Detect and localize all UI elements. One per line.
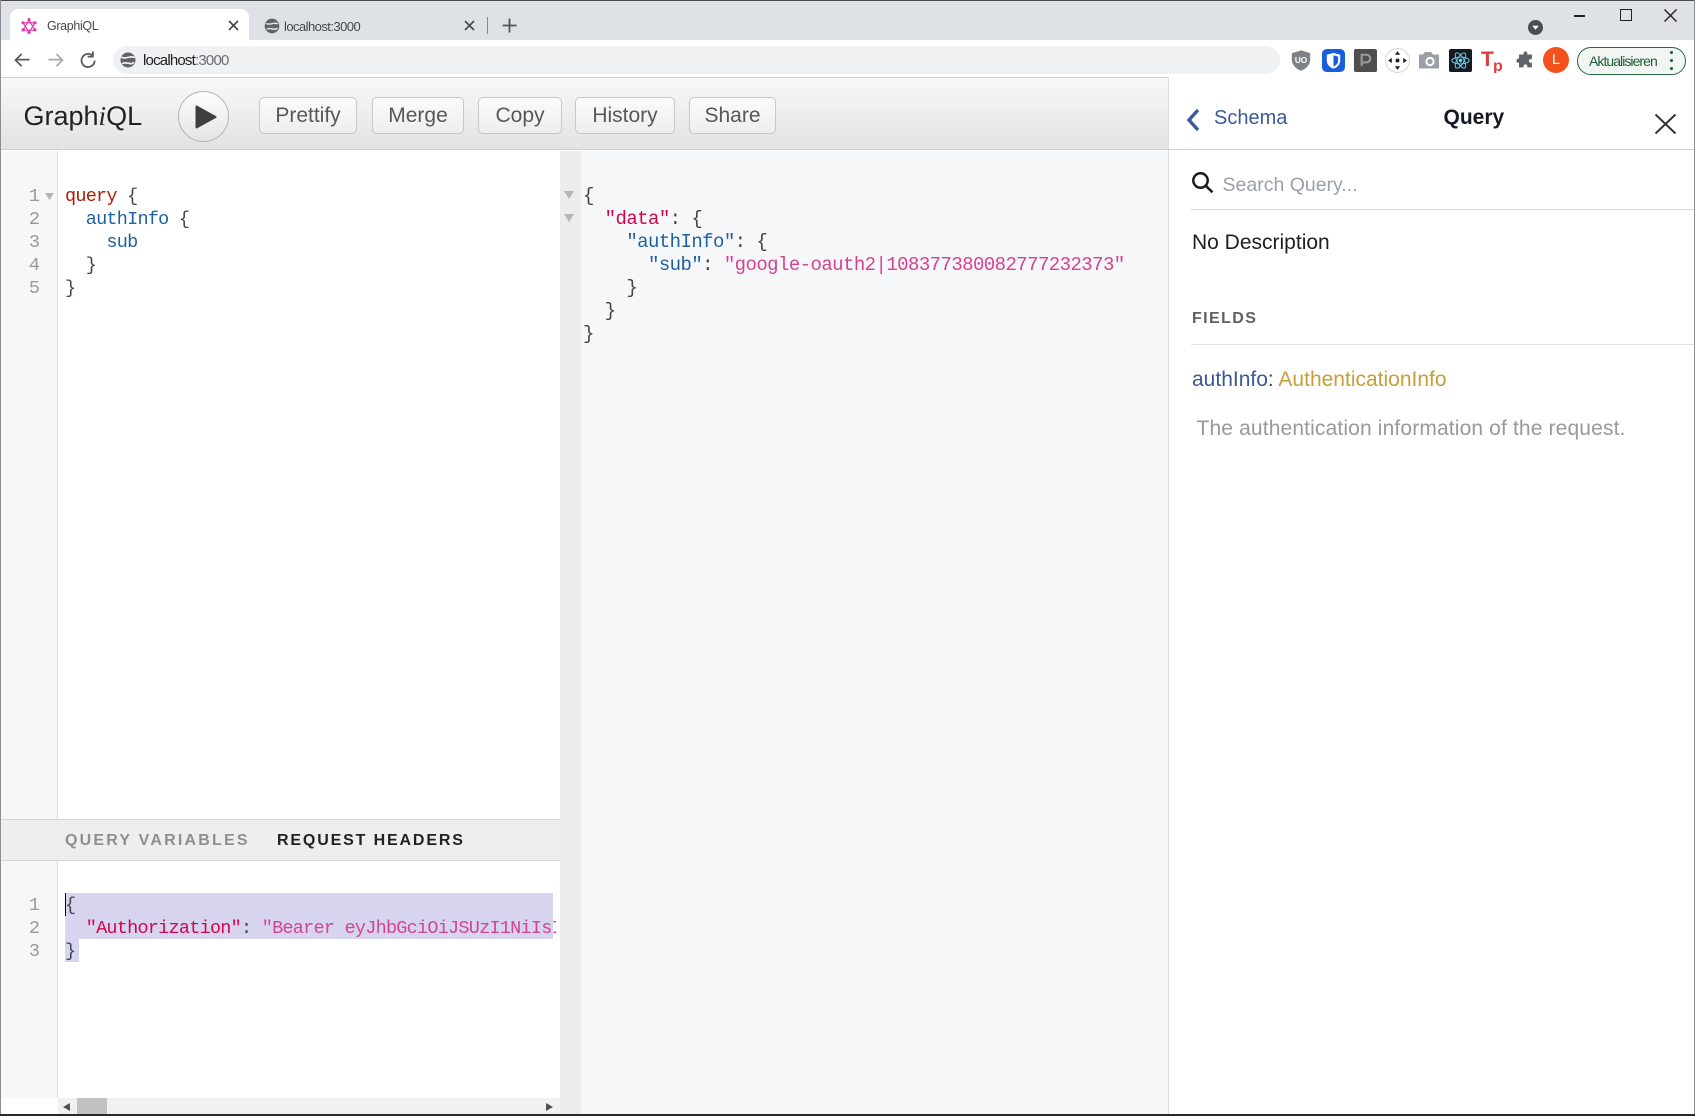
svg-text:UO: UO <box>1295 56 1308 65</box>
svg-text:p: p <box>1493 58 1503 73</box>
